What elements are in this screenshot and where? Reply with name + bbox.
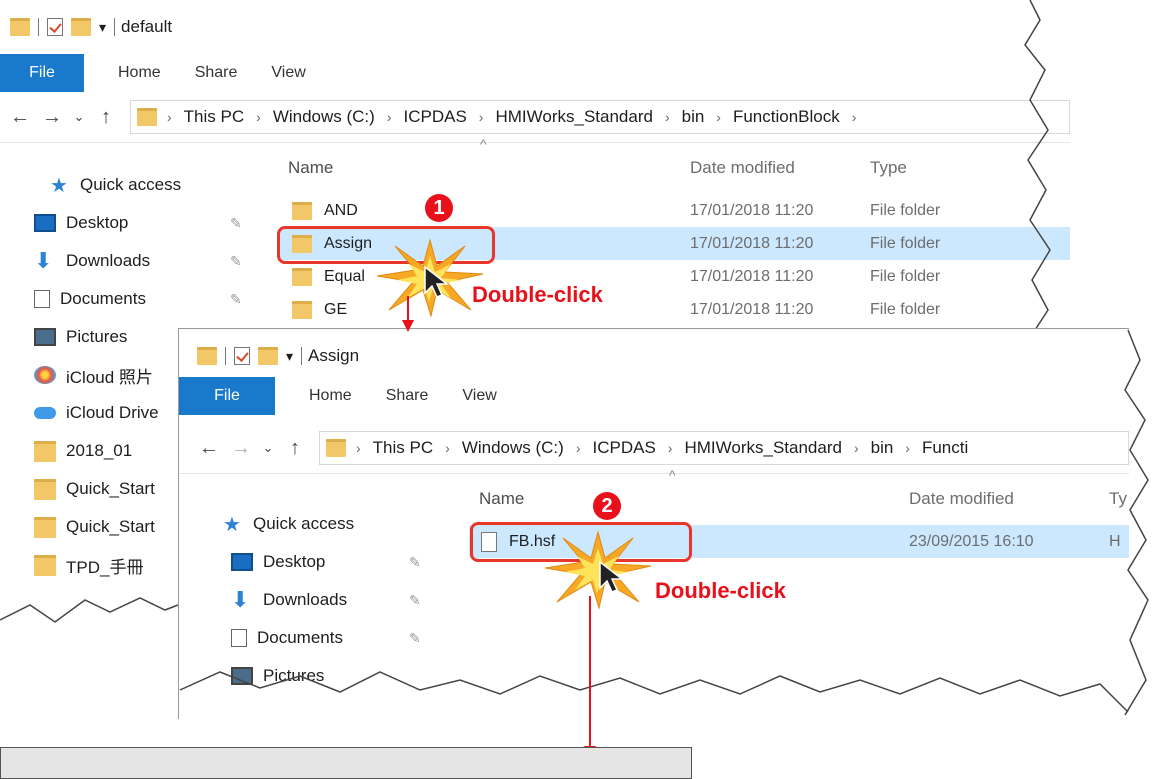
- flow-arrows: [402, 296, 596, 760]
- next-window-edge: [0, 747, 692, 779]
